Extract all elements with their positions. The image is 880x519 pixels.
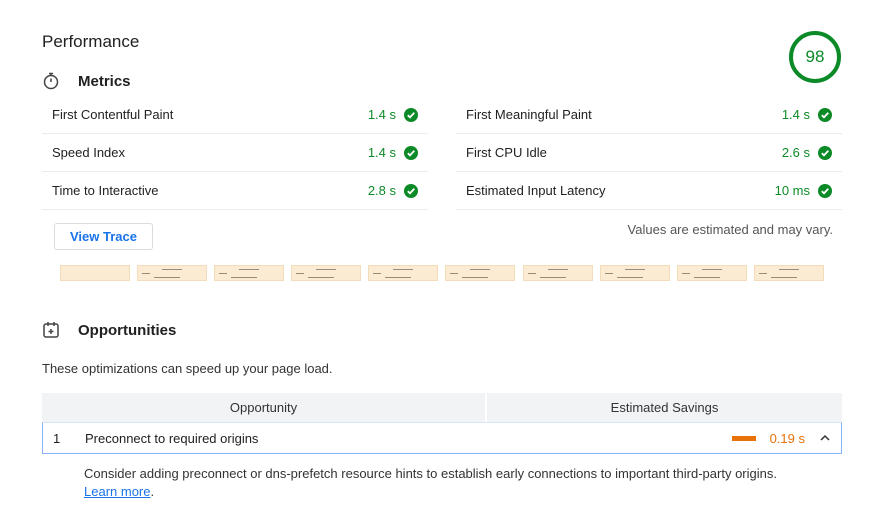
metric-value: 2.6 s — [782, 145, 832, 160]
opportunities-heading: Opportunities — [42, 321, 176, 339]
metric-value: 1.4 s — [368, 107, 418, 122]
filmstrip-frame — [753, 265, 824, 281]
savings-value: 0.19 s — [769, 430, 805, 446]
metric-value: 1.4 s — [782, 107, 832, 122]
pass-check-icon — [404, 145, 418, 160]
metric-label: Speed Index — [52, 145, 126, 160]
metrics-right-column: First Meaningful Paint 1.4 s First CPU I… — [456, 96, 842, 210]
opportunity-number: 1 — [53, 430, 61, 446]
filmstrip-frame — [291, 265, 362, 281]
pass-check-icon — [818, 183, 832, 198]
opportunity-title: Preconnect to required origins — [85, 430, 259, 446]
opportunity-icon — [43, 322, 59, 338]
metrics-left-column: First Contentful Paint 1.4 s Speed Index… — [42, 96, 428, 210]
metrics-heading-label: Metrics — [78, 72, 131, 90]
estimate-note: Values are estimated and may vary. — [627, 222, 833, 237]
metric-value: 2.8 s — [368, 183, 418, 198]
filmstrip-frame — [599, 265, 670, 281]
metric-value: 1.4 s — [368, 145, 418, 160]
savings-bar — [731, 435, 756, 441]
metric-row: Time to Interactive 2.8 s — [42, 172, 428, 210]
filmstrip-frame — [214, 265, 285, 281]
column-header-estimated-savings: Estimated Savings — [610, 400, 719, 415]
opportunity-detail-end: . — [150, 484, 155, 499]
metric-value-text: 2.6 s — [781, 145, 810, 160]
metric-value: 10 ms — [775, 183, 832, 198]
view-trace-button[interactable]: View Trace — [54, 223, 153, 250]
metric-row: Estimated Input Latency 10 ms — [456, 172, 842, 210]
opportunities-description: These optimizations can speed up your pa… — [42, 361, 333, 376]
metric-row: Speed Index 1.4 s — [42, 134, 428, 172]
metric-label: Time to Interactive — [52, 183, 159, 198]
pass-check-icon — [404, 183, 418, 198]
stopwatch-icon — [43, 72, 59, 90]
opportunity-row[interactable]: 1 Preconnect to required origins 0.19 s — [42, 422, 842, 454]
performance-score-gauge: 98 — [789, 31, 841, 83]
filmstrip-frame — [368, 265, 439, 281]
metric-row: First Contentful Paint 1.4 s — [42, 96, 428, 134]
filmstrip-frame — [676, 265, 747, 281]
pass-check-icon — [404, 107, 418, 122]
metric-value-text: 1.4 s — [781, 107, 810, 122]
filmstrip-frame — [60, 265, 130, 281]
performance-title: Performance — [42, 32, 140, 51]
filmstrip-frame — [522, 265, 593, 281]
column-header-opportunity: Opportunity — [42, 393, 487, 422]
pass-check-icon — [818, 107, 832, 122]
filmstrip-frame — [137, 265, 208, 281]
metric-value-text: 1.4 s — [367, 145, 396, 160]
opportunity-detail: Consider adding preconnect or dns-prefet… — [84, 465, 804, 501]
chevron-up-icon[interactable] — [819, 432, 831, 444]
performance-score: 98 — [805, 47, 825, 66]
metric-value-text: 1.4 s — [367, 107, 396, 122]
metric-value-text: 10 ms — [774, 183, 810, 198]
filmstrip — [60, 265, 830, 281]
metric-row: First CPU Idle 2.6 s — [456, 134, 842, 172]
opportunities-heading-label: Opportunities — [78, 321, 177, 339]
opportunities-table-header: Opportunity Estimated Savings — [42, 393, 842, 422]
metric-row: First Meaningful Paint 1.4 s — [456, 96, 842, 134]
metric-label: First Contentful Paint — [52, 107, 174, 122]
metric-label: Estimated Input Latency — [466, 183, 606, 198]
filmstrip-frame — [445, 265, 516, 281]
metric-value-text: 2.8 s — [367, 183, 396, 198]
opportunity-detail-text: Consider adding preconnect or dns-prefet… — [84, 466, 777, 481]
metrics-heading: Metrics — [42, 72, 131, 90]
learn-more-link[interactable]: Learn more — [84, 484, 150, 499]
pass-check-icon — [818, 145, 832, 160]
metric-label: First Meaningful Paint — [466, 107, 592, 122]
metric-label: First CPU Idle — [466, 145, 547, 160]
